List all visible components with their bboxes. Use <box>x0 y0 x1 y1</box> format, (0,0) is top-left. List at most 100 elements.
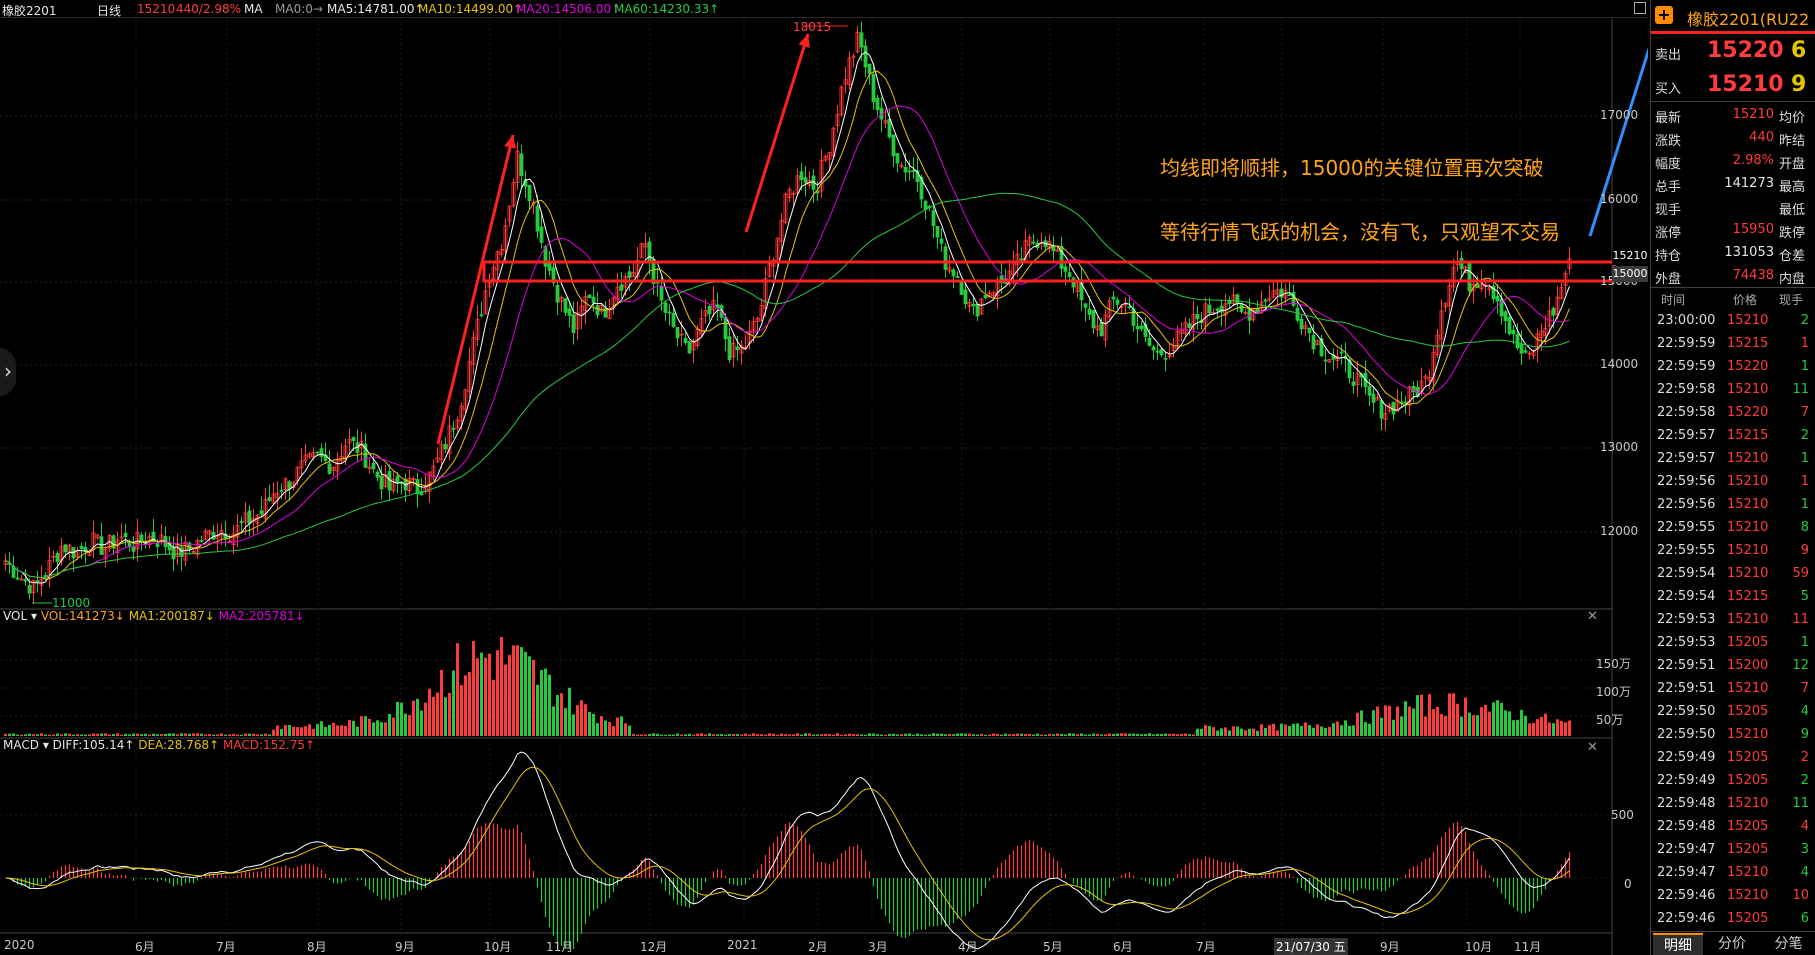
bid-label: 买入 <box>1655 82 1682 97</box>
tick-price: 15210 <box>1727 313 1769 328</box>
volume-bar <box>988 734 991 736</box>
tick-row: 22:59:51 15200 12 <box>1651 654 1815 677</box>
indicator-selector[interactable]: MA <box>244 2 263 16</box>
volume-bar <box>1420 694 1423 736</box>
candle-body <box>727 336 732 360</box>
tick-time: 22:59:53 <box>1657 635 1716 650</box>
candle-body <box>247 510 252 524</box>
volume-bar <box>996 733 999 736</box>
volume-bar <box>828 734 831 736</box>
candle-body <box>911 170 916 172</box>
tick-row: 22:59:58 15210 11 <box>1651 378 1815 401</box>
price-axis-label: 17000 <box>1600 108 1639 122</box>
volume-bar <box>464 675 467 736</box>
volume-close-icon[interactable]: ✕ <box>1587 609 1598 624</box>
tick-time: 23:00:00 <box>1657 313 1716 328</box>
volume-bar <box>284 725 287 736</box>
candle-body <box>527 184 532 202</box>
volume-label[interactable]: VOL <box>3 609 27 623</box>
quote-row-right-label: 跌停 <box>1779 226 1806 241</box>
tick-price: 15210 <box>1727 727 1769 742</box>
quote-row-right-label: 内盘 <box>1779 272 1806 287</box>
volume-bar <box>1224 727 1227 736</box>
volume-bar <box>784 734 787 736</box>
volume-bar <box>696 733 699 736</box>
quote-row-value: 141273 <box>1724 176 1774 191</box>
volume-bar <box>360 716 363 736</box>
volume-bar <box>1088 734 1091 736</box>
volume-bar <box>1280 723 1283 736</box>
volume-bar <box>1328 726 1331 736</box>
volume-bar <box>1084 734 1087 736</box>
volume-bar <box>516 645 519 736</box>
tick-time: 22:59:48 <box>1657 819 1716 834</box>
tick-volume: 10 <box>1792 888 1809 903</box>
macd-label[interactable]: MACD <box>3 738 39 752</box>
volume-bar <box>288 724 291 736</box>
add-icon[interactable]: + <box>1655 6 1673 24</box>
volume-bar <box>1352 725 1355 736</box>
volume-bar <box>1488 711 1491 736</box>
tick-row: 22:59:47 15205 3 <box>1651 838 1815 861</box>
quote-row-label: 涨跌 <box>1655 134 1682 149</box>
period-selector[interactable]: 日线 <box>97 2 121 19</box>
ma0-value: MA0:0→ <box>275 2 323 16</box>
tick-volume: 1 <box>1800 451 1809 466</box>
candle-body <box>15 577 20 580</box>
volume-bar <box>760 734 763 736</box>
quote-row: 最新 15210 均价 <box>1651 104 1815 127</box>
volume-bar <box>1024 734 1027 736</box>
tick-price: 15205 <box>1727 842 1769 857</box>
ask-price[interactable]: 15220 <box>1707 38 1784 63</box>
quote-row-right-label: 均价 <box>1779 111 1806 126</box>
candle-body <box>803 177 808 184</box>
quote-title: 橡胶2201(RU22 <box>1687 10 1810 29</box>
candle-body <box>179 547 184 557</box>
macd-header: MACD ▾ DIFF:105.14↑ DEA:28.768↑ MACD:152… <box>3 738 316 752</box>
candle-body <box>1519 343 1524 354</box>
volume-bar <box>1212 727 1215 736</box>
quote-row-value: 15950 <box>1732 222 1774 237</box>
candle-body <box>155 543 160 547</box>
volume-bar <box>164 733 167 736</box>
candle-body <box>1339 351 1344 354</box>
volume-bar <box>268 734 271 736</box>
volume-bar <box>1532 722 1535 736</box>
volume-bar <box>560 693 563 736</box>
volume-bar <box>224 734 227 736</box>
volume-bar <box>1160 733 1163 736</box>
macd-axis-label: 500 <box>1611 808 1634 822</box>
time-axis-label: 2月 <box>808 940 828 954</box>
time-axis-label: 9月 <box>1380 940 1400 954</box>
volume-bar <box>1264 727 1267 736</box>
candle-body <box>907 170 912 173</box>
macd-diff-line <box>5 751 1570 950</box>
quote-row-value: 131053 <box>1724 245 1774 260</box>
tick-price: 15210 <box>1727 612 1769 627</box>
volume-bar <box>276 725 279 736</box>
tab-detail[interactable]: 明细 <box>1653 933 1703 955</box>
volume-bar <box>1276 730 1279 736</box>
candle-body <box>1127 306 1132 308</box>
volume-bar <box>668 734 671 736</box>
volume-bar <box>612 726 615 736</box>
note-line-1: 均线即将顺排，15000的关键位置再次突破 <box>1160 156 1544 180</box>
volume-bar <box>452 670 455 736</box>
tick-row: 22:59:58 15220 7 <box>1651 401 1815 424</box>
volume-bar <box>1228 730 1231 736</box>
candle-body <box>1083 303 1088 308</box>
volume-bar <box>152 733 155 736</box>
bid-price[interactable]: 15210 <box>1707 72 1784 97</box>
volume-bar <box>908 733 911 736</box>
layout-icon[interactable] <box>1634 2 1646 14</box>
tick-price: 15205 <box>1727 635 1769 650</box>
tab-price-distribution[interactable]: 分价 <box>1707 933 1757 955</box>
tab-tick-by-tick[interactable]: 分笔 <box>1761 933 1815 955</box>
ma10-value: MA10:14499.00↑ <box>418 2 524 16</box>
title-underline <box>1651 31 1815 34</box>
time-axis-label: 8月 <box>307 940 327 954</box>
tick-time: 22:59:51 <box>1657 681 1716 696</box>
volume-bar <box>1508 711 1511 736</box>
macd-close-icon[interactable]: ✕ <box>1587 740 1598 755</box>
symbol-label[interactable]: 橡胶2201 <box>2 2 57 19</box>
